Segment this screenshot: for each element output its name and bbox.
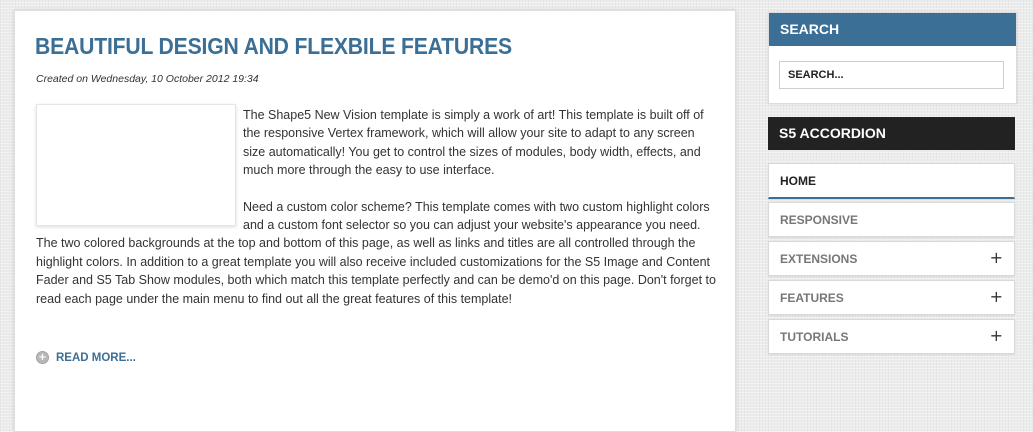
- plus-icon[interactable]: +: [990, 326, 1003, 345]
- created-date: Created on Wednesday, 10 October 2012 19…: [36, 73, 259, 85]
- accordion-item-features[interactable]: FEATURES +: [768, 280, 1015, 315]
- accordion-item-label: TUTORIALS: [780, 330, 849, 344]
- accordion-item-home[interactable]: HOME: [768, 163, 1015, 199]
- search-title: SEARCH: [769, 13, 1016, 46]
- accordion-item-label: EXTENSIONS: [780, 252, 858, 266]
- plus-circle-icon: +: [36, 351, 49, 364]
- image-spacer: [36, 106, 243, 234]
- article-body: The Shape5 New Vision template is simply…: [36, 106, 716, 326]
- accordion-item-extensions[interactable]: EXTENSIONS +: [768, 241, 1015, 276]
- accordion-title: S5 ACCORDION: [768, 117, 1015, 150]
- accordion-item-label: RESPONSIVE: [780, 213, 859, 227]
- read-more-link[interactable]: + READ MORE...: [36, 351, 136, 364]
- accordion-item-label: FEATURES: [780, 291, 844, 305]
- accordion-item-responsive[interactable]: RESPONSIVE: [768, 202, 1015, 237]
- article-title[interactable]: BEAUTIFUL DESIGN AND FLEXBILE FEATURES: [35, 33, 512, 60]
- plus-icon[interactable]: +: [990, 287, 1003, 306]
- accordion-item-label: HOME: [780, 174, 816, 188]
- search-module: SEARCH: [768, 12, 1017, 104]
- plus-icon[interactable]: +: [990, 248, 1003, 267]
- accordion-item-tutorials[interactable]: TUTORIALS +: [768, 319, 1015, 354]
- read-more-label: READ MORE...: [56, 351, 136, 364]
- main-content: BEAUTIFUL DESIGN AND FLEXBILE FEATURES C…: [14, 10, 736, 432]
- search-input[interactable]: [779, 61, 1004, 89]
